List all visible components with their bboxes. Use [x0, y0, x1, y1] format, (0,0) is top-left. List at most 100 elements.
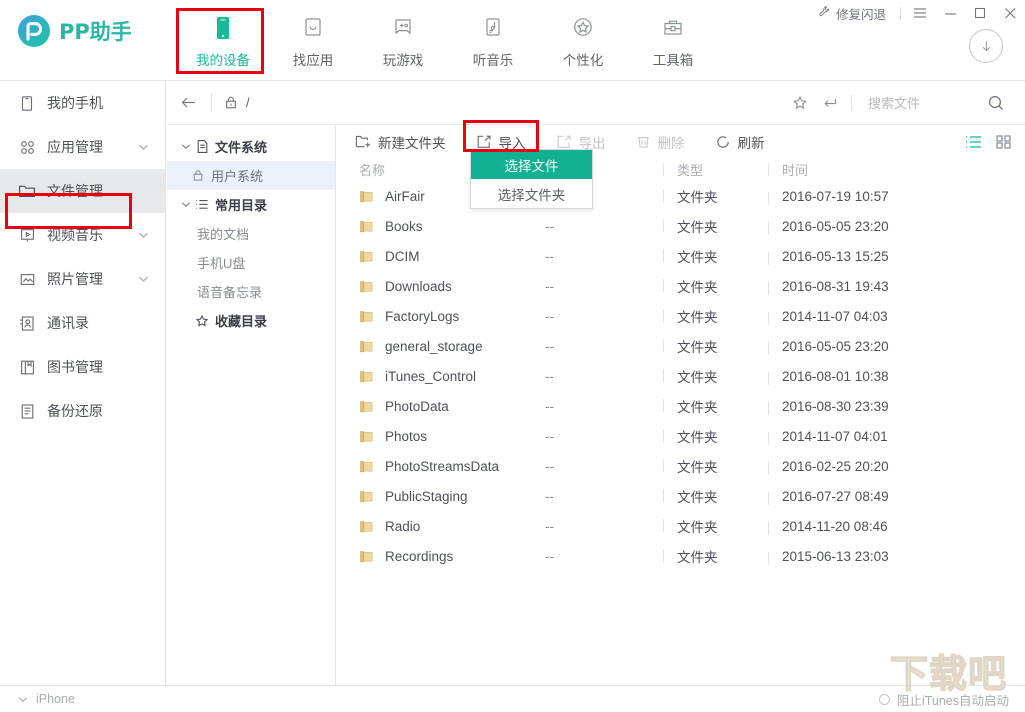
folder-icon: [359, 519, 374, 534]
download-arrow-icon[interactable]: [969, 29, 1003, 63]
folder-icon: [359, 309, 374, 324]
chevron-down-icon[interactable]: [179, 143, 193, 150]
block-itunes-toggle[interactable]: 阻止iTunes自动启动: [878, 690, 1025, 709]
pp-logo-icon: [17, 14, 51, 48]
column-header-time[interactable]: 时间: [768, 160, 948, 179]
sidebar-item-contacts[interactable]: 通讯录: [0, 301, 165, 345]
table-row[interactable]: DCIM -- 文件夹 2016-05-13 15:25: [337, 241, 1025, 271]
nav-tab-label: 工具箱: [652, 53, 694, 68]
tree-node-user-system[interactable]: 用户系统: [167, 161, 335, 190]
sidebar-item-photo-management[interactable]: 照片管理: [0, 257, 165, 301]
new-folder-button[interactable]: 新建文件夹: [355, 126, 446, 157]
nav-tab-my-device[interactable]: 我的设备: [178, 8, 268, 74]
radio-circle-icon[interactable]: [878, 693, 890, 705]
table-row[interactable]: PhotoData -- 文件夹 2016-08-30 23:39: [337, 391, 1025, 421]
close-icon[interactable]: [995, 0, 1025, 26]
tree-node-common-folders[interactable]: 常用目录: [167, 190, 335, 219]
back-arrow-icon[interactable]: [167, 81, 211, 125]
file-name: PhotoData: [385, 398, 449, 414]
nav-tab-toolbox[interactable]: 工具箱: [628, 8, 718, 74]
table-row[interactable]: AirFair--文件夹2016-07-19 10:57: [337, 181, 1025, 211]
file-size: --: [545, 338, 554, 354]
menu-item-select-file[interactable]: 选择文件: [471, 150, 592, 179]
sidebar-item-label: 备份还原: [47, 403, 103, 419]
breadcrumb-path[interactable]: /: [246, 95, 250, 110]
file-type: 文件夹: [663, 426, 768, 446]
nav-tab-listen-music[interactable]: 听音乐: [448, 8, 538, 74]
table-row[interactable]: Radio -- 文件夹 2014-11-20 08:46: [337, 511, 1025, 541]
app-bag-icon: [301, 13, 325, 43]
chevron-down-icon[interactable]: [138, 270, 149, 288]
file-name: iTunes_Control: [385, 368, 477, 384]
sidebar-item-app-management[interactable]: 应用管理: [0, 125, 165, 169]
table-row[interactable]: general_storage -- 文件夹 2016-05-05 23:20: [337, 331, 1025, 361]
tree-node-label: 收藏目录: [215, 314, 268, 329]
table-row[interactable]: PublicStaging -- 文件夹 2016-07-27 08:49: [337, 481, 1025, 511]
search-icon[interactable]: [981, 81, 1011, 125]
table-row[interactable]: iTunes_Control -- 文件夹 2016-08-01 10:38: [337, 361, 1025, 391]
tree-node-voice-memos[interactable]: 语音备忘录: [167, 277, 335, 306]
column-header-type[interactable]: 类型: [663, 160, 768, 179]
folder-icon: [359, 429, 374, 444]
sidebar-item-label: 照片管理: [47, 271, 103, 287]
table-row[interactable]: Recordings -- 文件夹 2015-06-13 23:03: [337, 541, 1025, 571]
file-type: 文件夹: [663, 186, 768, 206]
fix-crash-button[interactable]: 修复闪退: [818, 4, 896, 23]
tree-node-filesystem[interactable]: 文件系统: [167, 132, 335, 161]
file-list-panel: 名称 类型 时间 AirFair--文件夹2016-07-19 10:57Boo…: [337, 157, 1025, 685]
file-time: 2016-05-05 23:20: [768, 339, 948, 355]
chevron-down-icon[interactable]: [179, 201, 193, 208]
window-controls: 修复闪退: [818, 0, 1025, 26]
sidebar-item-backup-restore[interactable]: 备份还原: [0, 389, 165, 433]
chevron-down-icon[interactable]: [138, 226, 149, 244]
folder-icon: [359, 249, 374, 264]
nav-tab-label: 听音乐: [472, 53, 514, 68]
file-name: Books: [385, 218, 423, 234]
nav-tab-play-games[interactable]: 玩游戏: [358, 8, 448, 74]
status-bar: iPhone 阻止iTunes自动启动: [0, 685, 1025, 712]
tree-node-label: 语音备忘录: [197, 285, 263, 300]
table-row[interactable]: Books -- 文件夹 2016-05-05 23:20: [337, 211, 1025, 241]
file-size: --: [545, 518, 554, 534]
folder-icon: [359, 279, 374, 294]
file-size: --: [545, 458, 554, 474]
grid-view-icon[interactable]: [996, 134, 1011, 149]
tree-node-favorites[interactable]: 收藏目录: [167, 306, 335, 335]
search-input[interactable]: 搜索文件: [856, 93, 981, 112]
menu-item-select-folder[interactable]: 选择文件夹: [471, 179, 592, 208]
sidebar-item-file-management[interactable]: 文件管理: [0, 169, 165, 213]
maximize-icon[interactable]: [965, 0, 995, 26]
enter-arrow-icon[interactable]: [815, 81, 845, 125]
import-icon: [476, 134, 492, 149]
chevron-down-icon[interactable]: [18, 692, 28, 706]
file-name: AirFair: [385, 188, 425, 204]
left-sidebar: 我的手机 应用管理 文件管理 视频音乐 照片管理 通讯录 图书管理 备份还原: [0, 81, 166, 685]
sidebar-item-video-music[interactable]: 视频音乐: [0, 213, 165, 257]
table-row[interactable]: Photos -- 文件夹 2014-11-07 04:01: [337, 421, 1025, 451]
star-icon[interactable]: [785, 81, 815, 125]
nav-tab-find-apps[interactable]: 找应用: [268, 8, 358, 74]
tree-node-my-documents[interactable]: 我的文档: [167, 219, 335, 248]
phone-icon: [212, 13, 234, 43]
nav-tab-personalize[interactable]: 个性化: [538, 8, 628, 74]
nav-tab-label: 玩游戏: [382, 53, 424, 68]
trash-icon: [636, 134, 651, 149]
delete-button[interactable]: 删除: [636, 126, 685, 157]
chevron-down-icon[interactable]: [138, 138, 149, 156]
file-size: --: [545, 548, 554, 564]
tree-node-phone-usb[interactable]: 手机U盘: [167, 248, 335, 277]
photo-mountain-icon: [17, 269, 37, 289]
table-row[interactable]: PhotoStreamsData -- 文件夹 2016-02-25 20:20: [337, 451, 1025, 481]
table-row[interactable]: Downloads -- 文件夹 2016-08-31 19:43: [337, 271, 1025, 301]
refresh-button[interactable]: 刷新: [715, 126, 765, 157]
device-selector[interactable]: iPhone: [0, 692, 75, 706]
table-row[interactable]: FactoryLogs -- 文件夹 2014-11-07 04:03: [337, 301, 1025, 331]
folder-icon: [359, 489, 374, 504]
file-type: 文件夹: [663, 246, 768, 266]
sidebar-item-book-management[interactable]: 图书管理: [0, 345, 165, 389]
list-view-icon[interactable]: [965, 135, 982, 149]
document-icon: [193, 139, 211, 154]
minimize-icon[interactable]: [935, 0, 965, 26]
sidebar-item-my-phone[interactable]: 我的手机: [0, 81, 165, 125]
hamburger-menu-icon[interactable]: [905, 0, 935, 26]
